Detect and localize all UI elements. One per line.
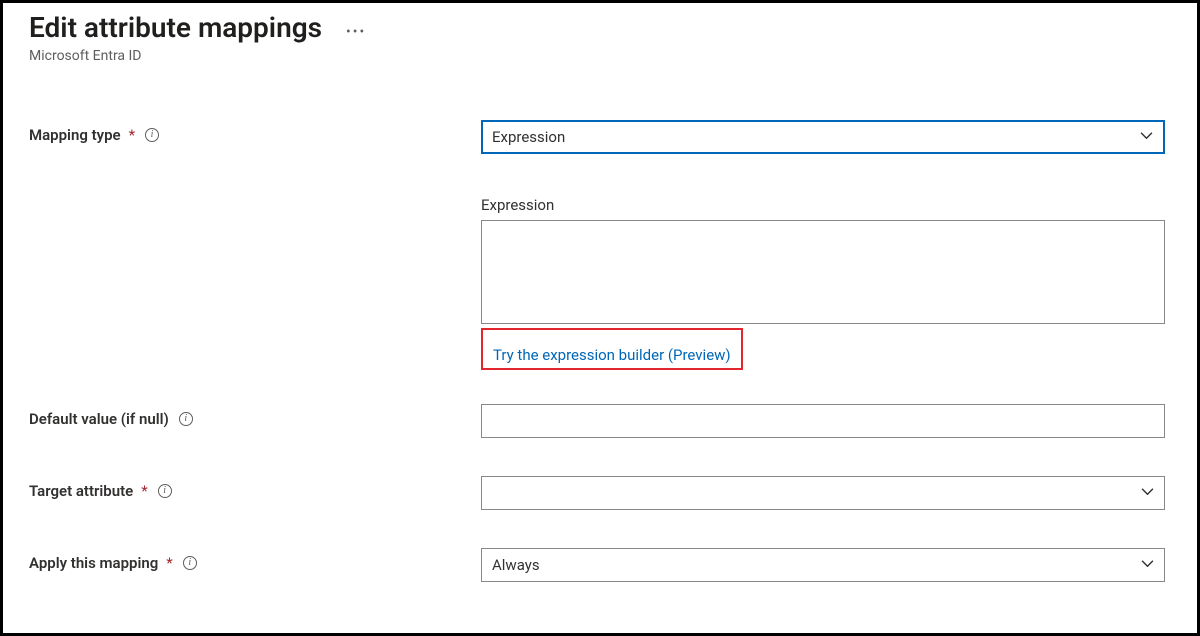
chevron-down-icon (1141, 556, 1154, 574)
label-target-attribute: Target attribute * i (29, 476, 481, 500)
page-subtitle: Microsoft Entra ID (29, 48, 1171, 64)
label-target-attribute-text: Target attribute (29, 482, 133, 500)
label-mapping-type: Mapping type * i (29, 120, 481, 144)
label-apply-mapping: Apply this mapping * i (29, 548, 481, 572)
required-marker: * (166, 554, 172, 572)
apply-mapping-select[interactable]: Always (481, 548, 1165, 582)
page-title: Edit attribute mappings (29, 11, 322, 44)
info-icon[interactable]: i (158, 484, 172, 498)
info-icon[interactable]: i (183, 556, 197, 570)
expression-builder-link[interactable]: Try the expression builder (Preview) (487, 343, 737, 367)
info-icon[interactable]: i (179, 412, 193, 426)
row-expression: Expression Try the expression builder (P… (29, 182, 1171, 370)
target-attribute-select[interactable] (481, 476, 1165, 510)
form: Mapping type * i Expression Expression (29, 120, 1171, 582)
label-apply-mapping-text: Apply this mapping (29, 554, 158, 572)
expression-builder-highlight: Try the expression builder (Preview) (481, 328, 743, 370)
label-default-value: Default value (if null) i (29, 404, 481, 428)
info-icon[interactable]: i (145, 128, 159, 142)
mapping-type-select[interactable]: Expression (481, 120, 1165, 154)
more-actions-icon[interactable]: ••• (346, 16, 366, 40)
page-frame: Edit attribute mappings ••• Microsoft En… (0, 0, 1200, 636)
label-default-value-text: Default value (if null) (29, 410, 169, 428)
row-target-attribute: Target attribute * i (29, 476, 1171, 510)
label-mapping-type-text: Mapping type (29, 126, 121, 144)
required-marker: * (141, 482, 147, 500)
apply-mapping-value: Always (492, 556, 540, 574)
row-apply-mapping: Apply this mapping * i Always (29, 548, 1171, 582)
default-value-input[interactable] (481, 404, 1165, 438)
label-expression: Expression (481, 196, 1165, 214)
chevron-down-icon (1140, 128, 1153, 146)
row-mapping-type: Mapping type * i Expression (29, 120, 1171, 154)
chevron-down-icon (1141, 484, 1154, 502)
mapping-type-value: Expression (492, 128, 565, 146)
expression-textarea[interactable] (481, 220, 1165, 324)
required-marker: * (129, 126, 135, 144)
header: Edit attribute mappings ••• (29, 11, 1171, 44)
row-default-value: Default value (if null) i (29, 404, 1171, 438)
